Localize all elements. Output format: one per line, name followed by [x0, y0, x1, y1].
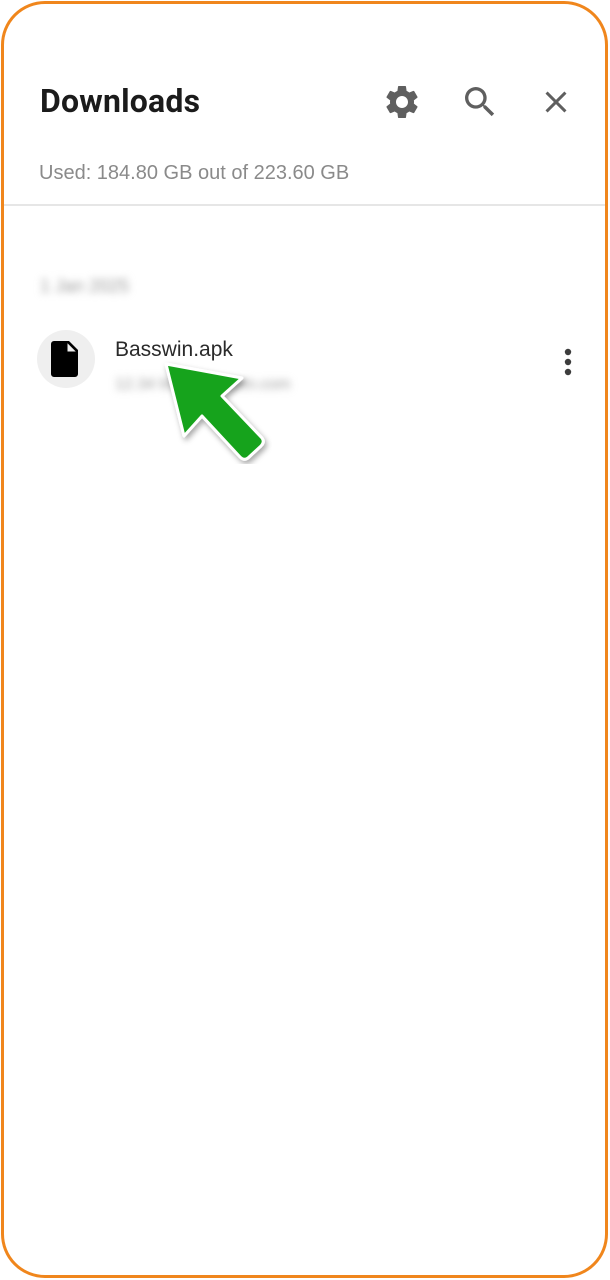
file-avatar [37, 330, 95, 388]
download-list-item[interactable]: Basswin.apk 12.34 MB • basswin.com [4, 322, 605, 406]
search-icon [465, 87, 495, 117]
page-title: Downloads [40, 82, 201, 120]
settings-button[interactable] [378, 78, 426, 126]
more-vert-icon [564, 348, 572, 376]
document-icon [51, 341, 78, 377]
close-button[interactable] [532, 78, 580, 126]
phone-frame: Downloads Used: 184.80 GB out of 223.60 … [1, 1, 608, 1278]
date-group-heading: 1 Jan 2025 [40, 276, 130, 296]
storage-usage: Used: 184.80 GB out of 223.60 GB [39, 162, 350, 184]
gear-icon [386, 85, 418, 118]
more-options-button[interactable] [550, 342, 586, 382]
close-icon [545, 91, 567, 113]
pointer-arrow [164, 362, 265, 461]
header: Downloads Used: 184.80 GB out of 223.60 … [4, 4, 605, 206]
file-name: Basswin.apk [115, 338, 233, 361]
search-button[interactable] [456, 78, 504, 126]
header-divider [4, 204, 605, 206]
